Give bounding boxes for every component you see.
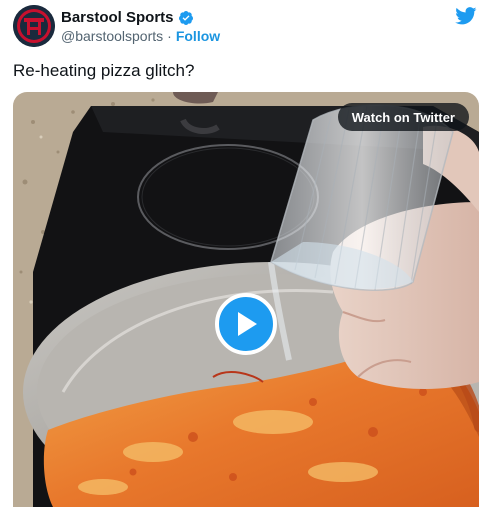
watch-on-twitter-button[interactable]: Watch on Twitter: [337, 103, 469, 131]
author-display-name[interactable]: Barstool Sports: [61, 9, 174, 26]
tweet-text: Re-heating pizza glitch?: [13, 61, 195, 80]
barstool-logo-icon: [13, 5, 55, 47]
tweet-card: Barstool Sports @barstoolsports · Follow…: [0, 0, 486, 507]
follow-link[interactable]: Follow: [176, 28, 220, 44]
twitter-bird-icon[interactable]: [455, 7, 477, 25]
verified-badge-icon: [178, 10, 193, 25]
video-media[interactable]: Watch on Twitter: [13, 92, 479, 507]
author-name-row[interactable]: Barstool Sports: [61, 9, 194, 26]
avatar[interactable]: [13, 5, 55, 47]
author-handle[interactable]: @barstoolsports: [61, 28, 163, 44]
play-button[interactable]: [215, 293, 277, 355]
author-handle-row: @barstoolsports · Follow: [61, 28, 220, 44]
handle-separator: ·: [167, 28, 172, 44]
play-icon: [238, 312, 257, 336]
